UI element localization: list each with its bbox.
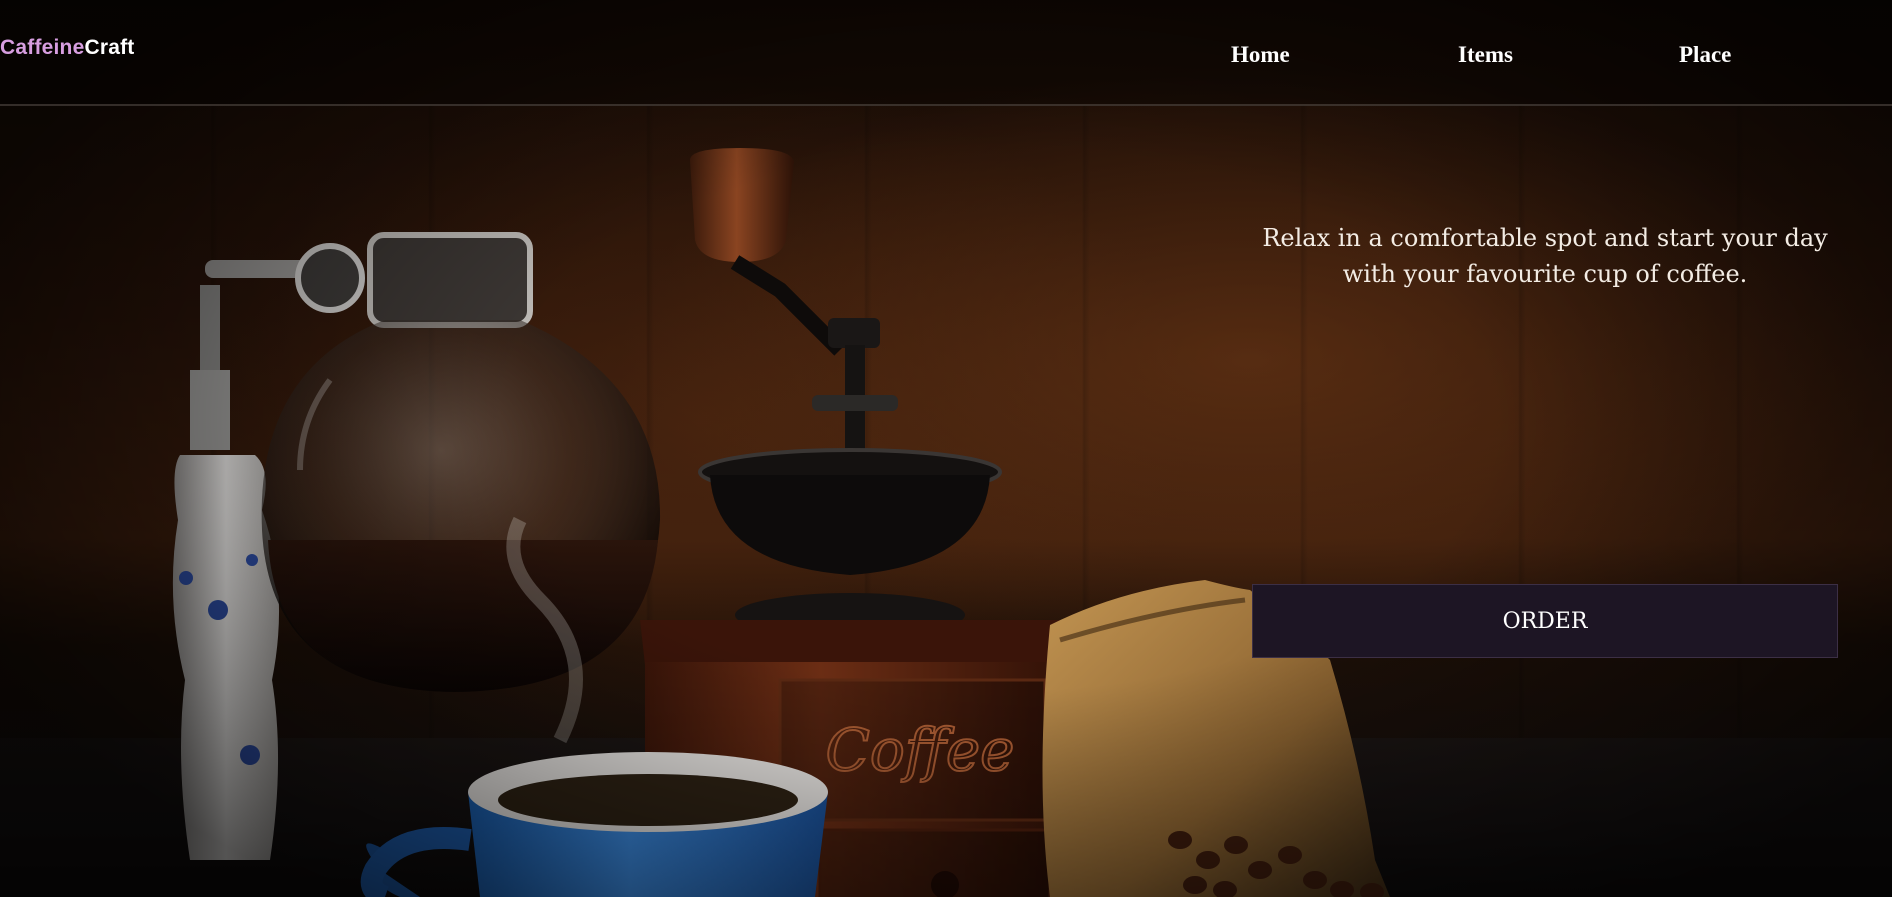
order-button[interactable]: ORDER [1252,584,1838,658]
brand-name-part2: Craft [84,36,135,59]
hero-image: Coffee [172,148,1390,897]
grinder-label: Coffee [825,716,1014,784]
nav-link-home[interactable]: Home [1231,42,1290,68]
nav-link-items[interactable]: Items [1458,42,1513,68]
nav-link-place[interactable]: Place [1679,42,1731,68]
landing-page: Coffee CaffeineCraft Home Items Place Re… [0,0,1892,897]
top-navbar: CaffeineCraft Home Items Place [0,0,1892,106]
brand-name-part1: Caffeine [0,36,85,59]
hero-tagline: Relax in a comfortable spot and start yo… [1262,224,1828,288]
coffee-cup [360,752,828,897]
brand-logo[interactable]: CaffeineCraft [0,36,134,60]
